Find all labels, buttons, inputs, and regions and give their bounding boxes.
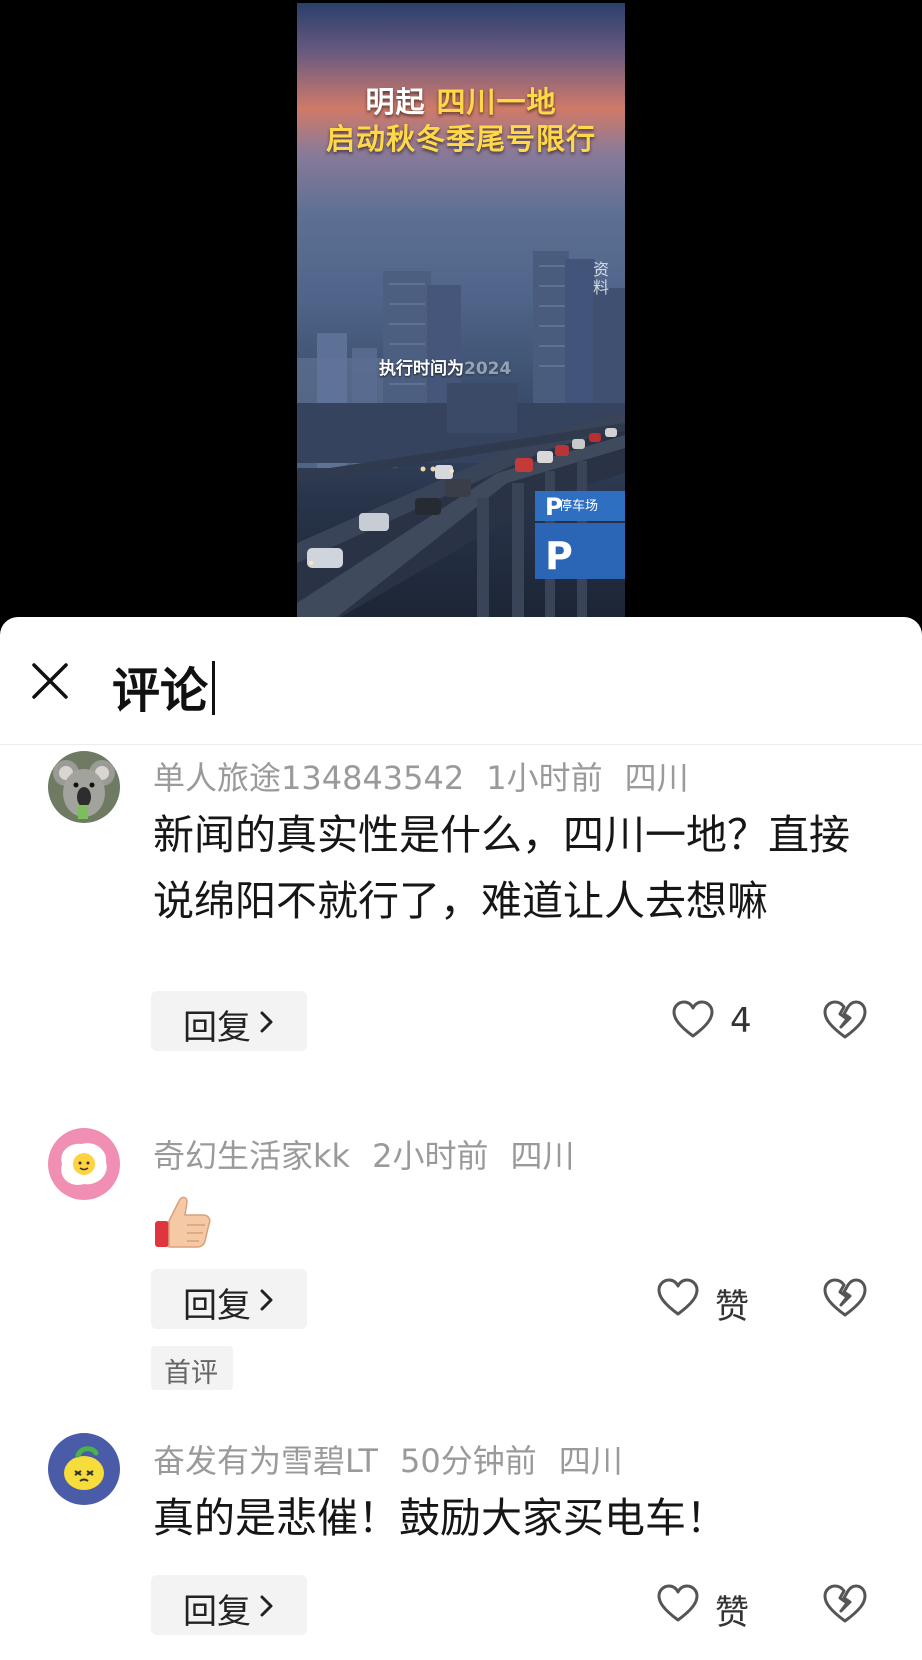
comment-location: 四川: [558, 1442, 623, 1480]
video-subtitle: 执行时间为2024: [379, 359, 512, 379]
broken-heart-icon: [823, 1584, 867, 1623]
koala-avatar-icon: [48, 751, 120, 823]
koala-avatar[interactable]: [48, 751, 120, 823]
comment-location: 四川: [510, 1137, 575, 1175]
heart-icon: [657, 1584, 699, 1622]
comment-sheet-title: 评论: [112, 663, 209, 719]
broken-heart-icon: [823, 1000, 867, 1039]
text-cursor: [212, 661, 215, 715]
fried-egg-avatar[interactable]: [48, 1128, 120, 1200]
reply-button[interactable]: 回复: [151, 991, 307, 1051]
comment-meta: 奋发有为雪碧LT 50分钟前 四川: [153, 1436, 645, 1482]
chevron-right-icon: [260, 1289, 273, 1311]
video-frame: P P 明起 四川一地 启动秋冬季尾号限行 资料 执行时间为2024 停车场: [297, 3, 625, 625]
like-button[interactable]: 赞: [657, 1575, 782, 1635]
comment-text: 真的是悲催！鼓励大家买电车！: [153, 1494, 727, 1542]
comment-username[interactable]: 奇幻生活家kk: [153, 1137, 350, 1175]
thumbs-up-emoji-icon: [155, 1196, 211, 1248]
reply-button[interactable]: 回复: [151, 1269, 307, 1329]
video-headline-line2: 启动秋冬季尾号限行: [325, 122, 596, 156]
like-label: 赞: [715, 1287, 749, 1327]
comment-meta: 单人旅途134843542 1小时前 四川: [153, 753, 711, 799]
lemon-avatar[interactable]: [48, 1433, 120, 1505]
close-icon: [32, 663, 68, 699]
comment-meta: 奇幻生活家kk 2小时前 四川: [153, 1131, 596, 1177]
comment-username[interactable]: 奋发有为雪碧LT: [153, 1442, 378, 1480]
svg-text:P: P: [545, 534, 573, 578]
comment-sheet: 评论 单人旅途134843542 1小时前 四川 新闻的真实性是什么，四川一地？直接…: [0, 617, 922, 1660]
comment-text: 新闻的真实性是什么，四川一地？直接说绵阳不就行了，难道让人去想嘛: [153, 811, 850, 925]
like-label: 赞: [715, 1593, 749, 1633]
lemon-avatar-icon: [48, 1433, 120, 1505]
like-button[interactable]: 4: [672, 991, 782, 1051]
comment-time: 50分钟前: [399, 1442, 537, 1480]
heart-icon: [657, 1278, 699, 1316]
dislike-button[interactable]: [822, 1277, 868, 1323]
first-comment-badge: 首评: [151, 1346, 233, 1390]
reply-button-label: 回复: [183, 1008, 251, 1048]
like-count: 4: [730, 1001, 752, 1041]
chevron-right-icon: [260, 1595, 273, 1617]
video-watermark: 资料: [593, 260, 610, 297]
broken-heart-icon: [823, 1278, 867, 1317]
reply-button-label: 回复: [183, 1592, 251, 1632]
dislike-button[interactable]: [822, 999, 868, 1045]
heart-icon: [672, 1000, 714, 1038]
first-comment-badge-label: 首评: [164, 1358, 218, 1389]
comment-time: 1小时前: [486, 759, 603, 797]
reply-button-label: 回复: [183, 1286, 251, 1326]
fried-egg-avatar-icon: [48, 1128, 120, 1200]
comment-sheet-header: 评论: [0, 617, 922, 745]
comment-time: 2小时前: [372, 1137, 489, 1175]
video-headline-line1: 明起 四川一地: [365, 85, 557, 119]
reply-button[interactable]: 回复: [151, 1575, 307, 1635]
video-player[interactable]: P P 明起 四川一地 启动秋冬季尾号限行 资料 执行时间为2024 停车场: [0, 0, 922, 625]
parking-sign-label: 停车场: [559, 499, 599, 514]
thumbs-up-emoji: [153, 1191, 213, 1251]
comment-location: 四川: [624, 759, 689, 797]
comment-username[interactable]: 单人旅途134843542: [153, 759, 464, 797]
like-button[interactable]: 赞: [657, 1269, 782, 1329]
dislike-button[interactable]: [822, 1583, 868, 1629]
close-button[interactable]: [30, 661, 70, 701]
chevron-right-icon: [260, 1011, 273, 1033]
